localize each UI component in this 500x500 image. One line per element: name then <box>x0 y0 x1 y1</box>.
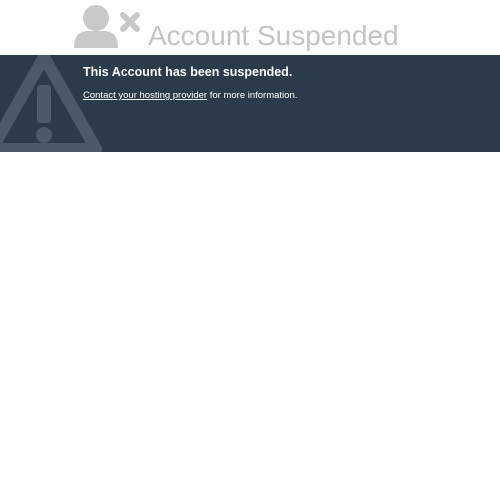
page-title: Account Suspended <box>148 20 399 51</box>
contact-message-suffix: for more information. <box>207 90 298 101</box>
contact-hosting-provider-link[interactable]: Contact your hosting provider <box>83 90 207 101</box>
suspension-heading: This Account has been suspended. <box>83 65 293 79</box>
contact-message: Contact your hosting provider for more i… <box>83 90 297 101</box>
suspension-banner: This Account has been suspended. Contact… <box>0 55 500 152</box>
user-x-icon <box>74 5 140 48</box>
page-header: Account Suspended <box>0 0 500 55</box>
